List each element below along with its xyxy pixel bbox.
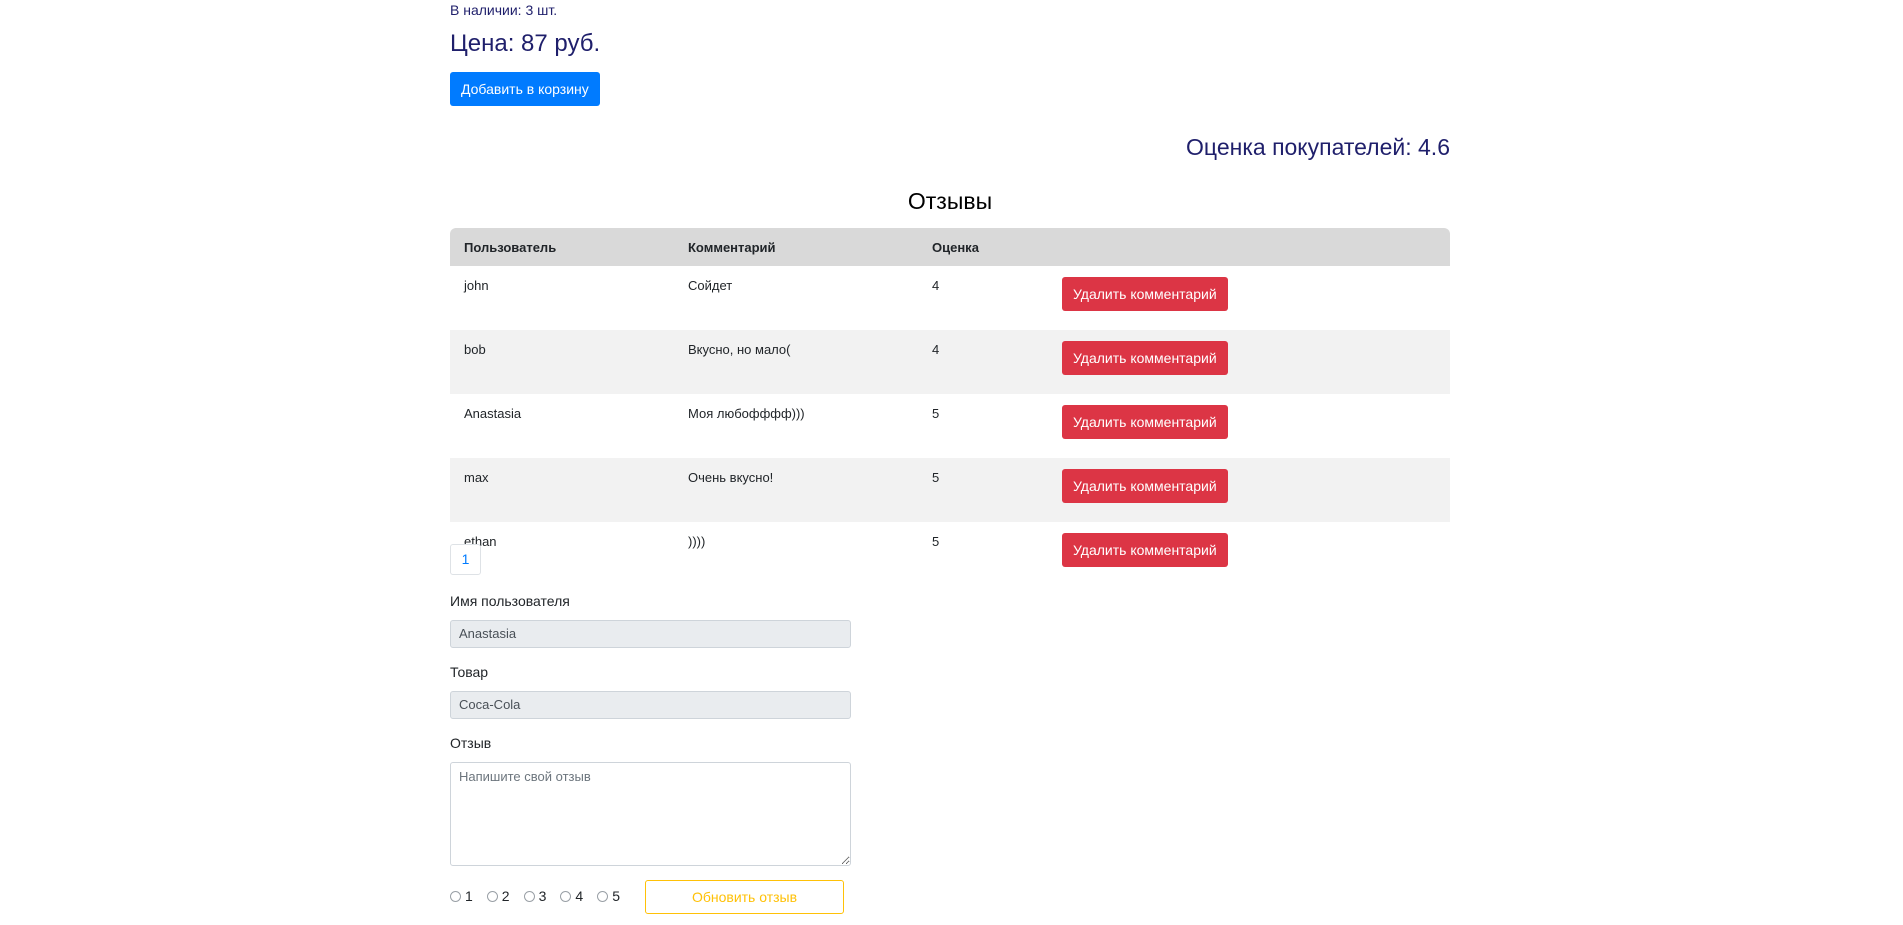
grade-radio-label: 4	[575, 888, 584, 904]
grade-radio-label: 1	[465, 888, 473, 904]
delete-comment-button[interactable]: Удалить комментарий	[1062, 533, 1228, 567]
review-user: john	[464, 278, 489, 293]
review-textarea[interactable]	[450, 762, 851, 866]
reviews-title: Отзывы	[907, 188, 993, 214]
table-row: Anastasia Моя любофффф))) 5 Удалить комм…	[450, 394, 1450, 458]
update-review-button[interactable]: Обновить отзыв	[645, 880, 844, 914]
review-user: max	[450, 458, 674, 522]
table-row: john Сойдет 4 Удалить комментарий	[450, 266, 1450, 330]
review-grade: 4	[918, 330, 1062, 394]
review-comment: Сойдет	[688, 278, 733, 293]
grade-radio-3[interactable]: 3	[523, 888, 547, 904]
review-grade: 4	[932, 278, 940, 293]
review-comment: Очень вкусно!	[674, 458, 918, 522]
delete-comment-button[interactable]: Удалить комментарий	[1062, 469, 1228, 503]
review-comment: Вкусно, но мало(	[674, 330, 918, 394]
delete-comment-button[interactable]: Удалить комментарий	[1062, 405, 1228, 439]
grade-radio-4[interactable]: 4	[560, 888, 583, 904]
review-user: Anastasia	[464, 406, 522, 421]
review-comment: Моя любофффф)))	[688, 406, 805, 421]
review-user: bob	[450, 330, 674, 394]
price-text: Цена: 87 руб.	[450, 30, 601, 57]
table-row: max Очень вкусно! 5 Удалить комментарий	[450, 458, 1450, 522]
pagination-page-1[interactable]: 1	[450, 544, 481, 575]
column-header-actions	[1062, 228, 1450, 266]
grade-radio-2[interactable]: 2	[486, 888, 510, 904]
radio-circle-icon[interactable]	[486, 890, 498, 902]
grade-radio-label: 5	[612, 888, 620, 904]
reviews-table: Пользователь Комментарий Оценка john Сой…	[450, 228, 1450, 586]
grade-radio-label: 2	[501, 888, 510, 904]
review-label: Отзыв	[450, 735, 492, 751]
reviews-table-header: Пользователь Комментарий Оценка	[450, 228, 1450, 266]
stock-text: В наличии: 3 шт.	[450, 2, 558, 18]
column-header-comment: Комментарий	[674, 228, 918, 266]
review-comment: ))))	[688, 534, 706, 549]
column-header-grade: Оценка	[918, 228, 1062, 266]
radio-circle-icon[interactable]	[523, 890, 535, 902]
radio-circle-icon[interactable]	[560, 890, 572, 902]
review-user: ethan	[464, 534, 497, 549]
grade-radio-5[interactable]: 5	[597, 888, 620, 904]
review-grade: 5	[932, 406, 940, 421]
customer-rating: Оценка покупателей: 4.6	[1186, 134, 1450, 160]
delete-comment-button[interactable]: Удалить комментарий	[1062, 277, 1228, 311]
grade-radio-group: 1 2 3 4 5	[450, 888, 634, 904]
review-grade: 5	[918, 458, 1062, 522]
review-grade: 5	[932, 534, 940, 549]
product-label: Товар	[450, 664, 489, 680]
table-row: bob Вкусно, но мало( 4 Удалить комментар…	[450, 330, 1450, 394]
add-to-cart-button[interactable]: Добавить в корзину	[450, 72, 600, 106]
delete-comment-button[interactable]: Удалить комментарий	[1062, 341, 1228, 375]
product-field[interactable]: Coca-Cola	[450, 691, 851, 719]
username-label: Имя пользователя	[450, 593, 570, 609]
radio-circle-icon[interactable]	[450, 890, 461, 902]
column-header-user: Пользователь	[450, 228, 674, 266]
grade-radio-1[interactable]: 1	[450, 888, 473, 904]
page: В наличии: 3 шт. Цена: 87 руб. Добавить …	[0, 0, 1903, 925]
table-row: ethan )))) 5 Удалить комментарий	[450, 522, 1450, 586]
grade-radio-label: 3	[538, 888, 547, 904]
radio-circle-icon[interactable]	[597, 890, 609, 902]
username-field[interactable]: Anastasia	[450, 620, 851, 648]
